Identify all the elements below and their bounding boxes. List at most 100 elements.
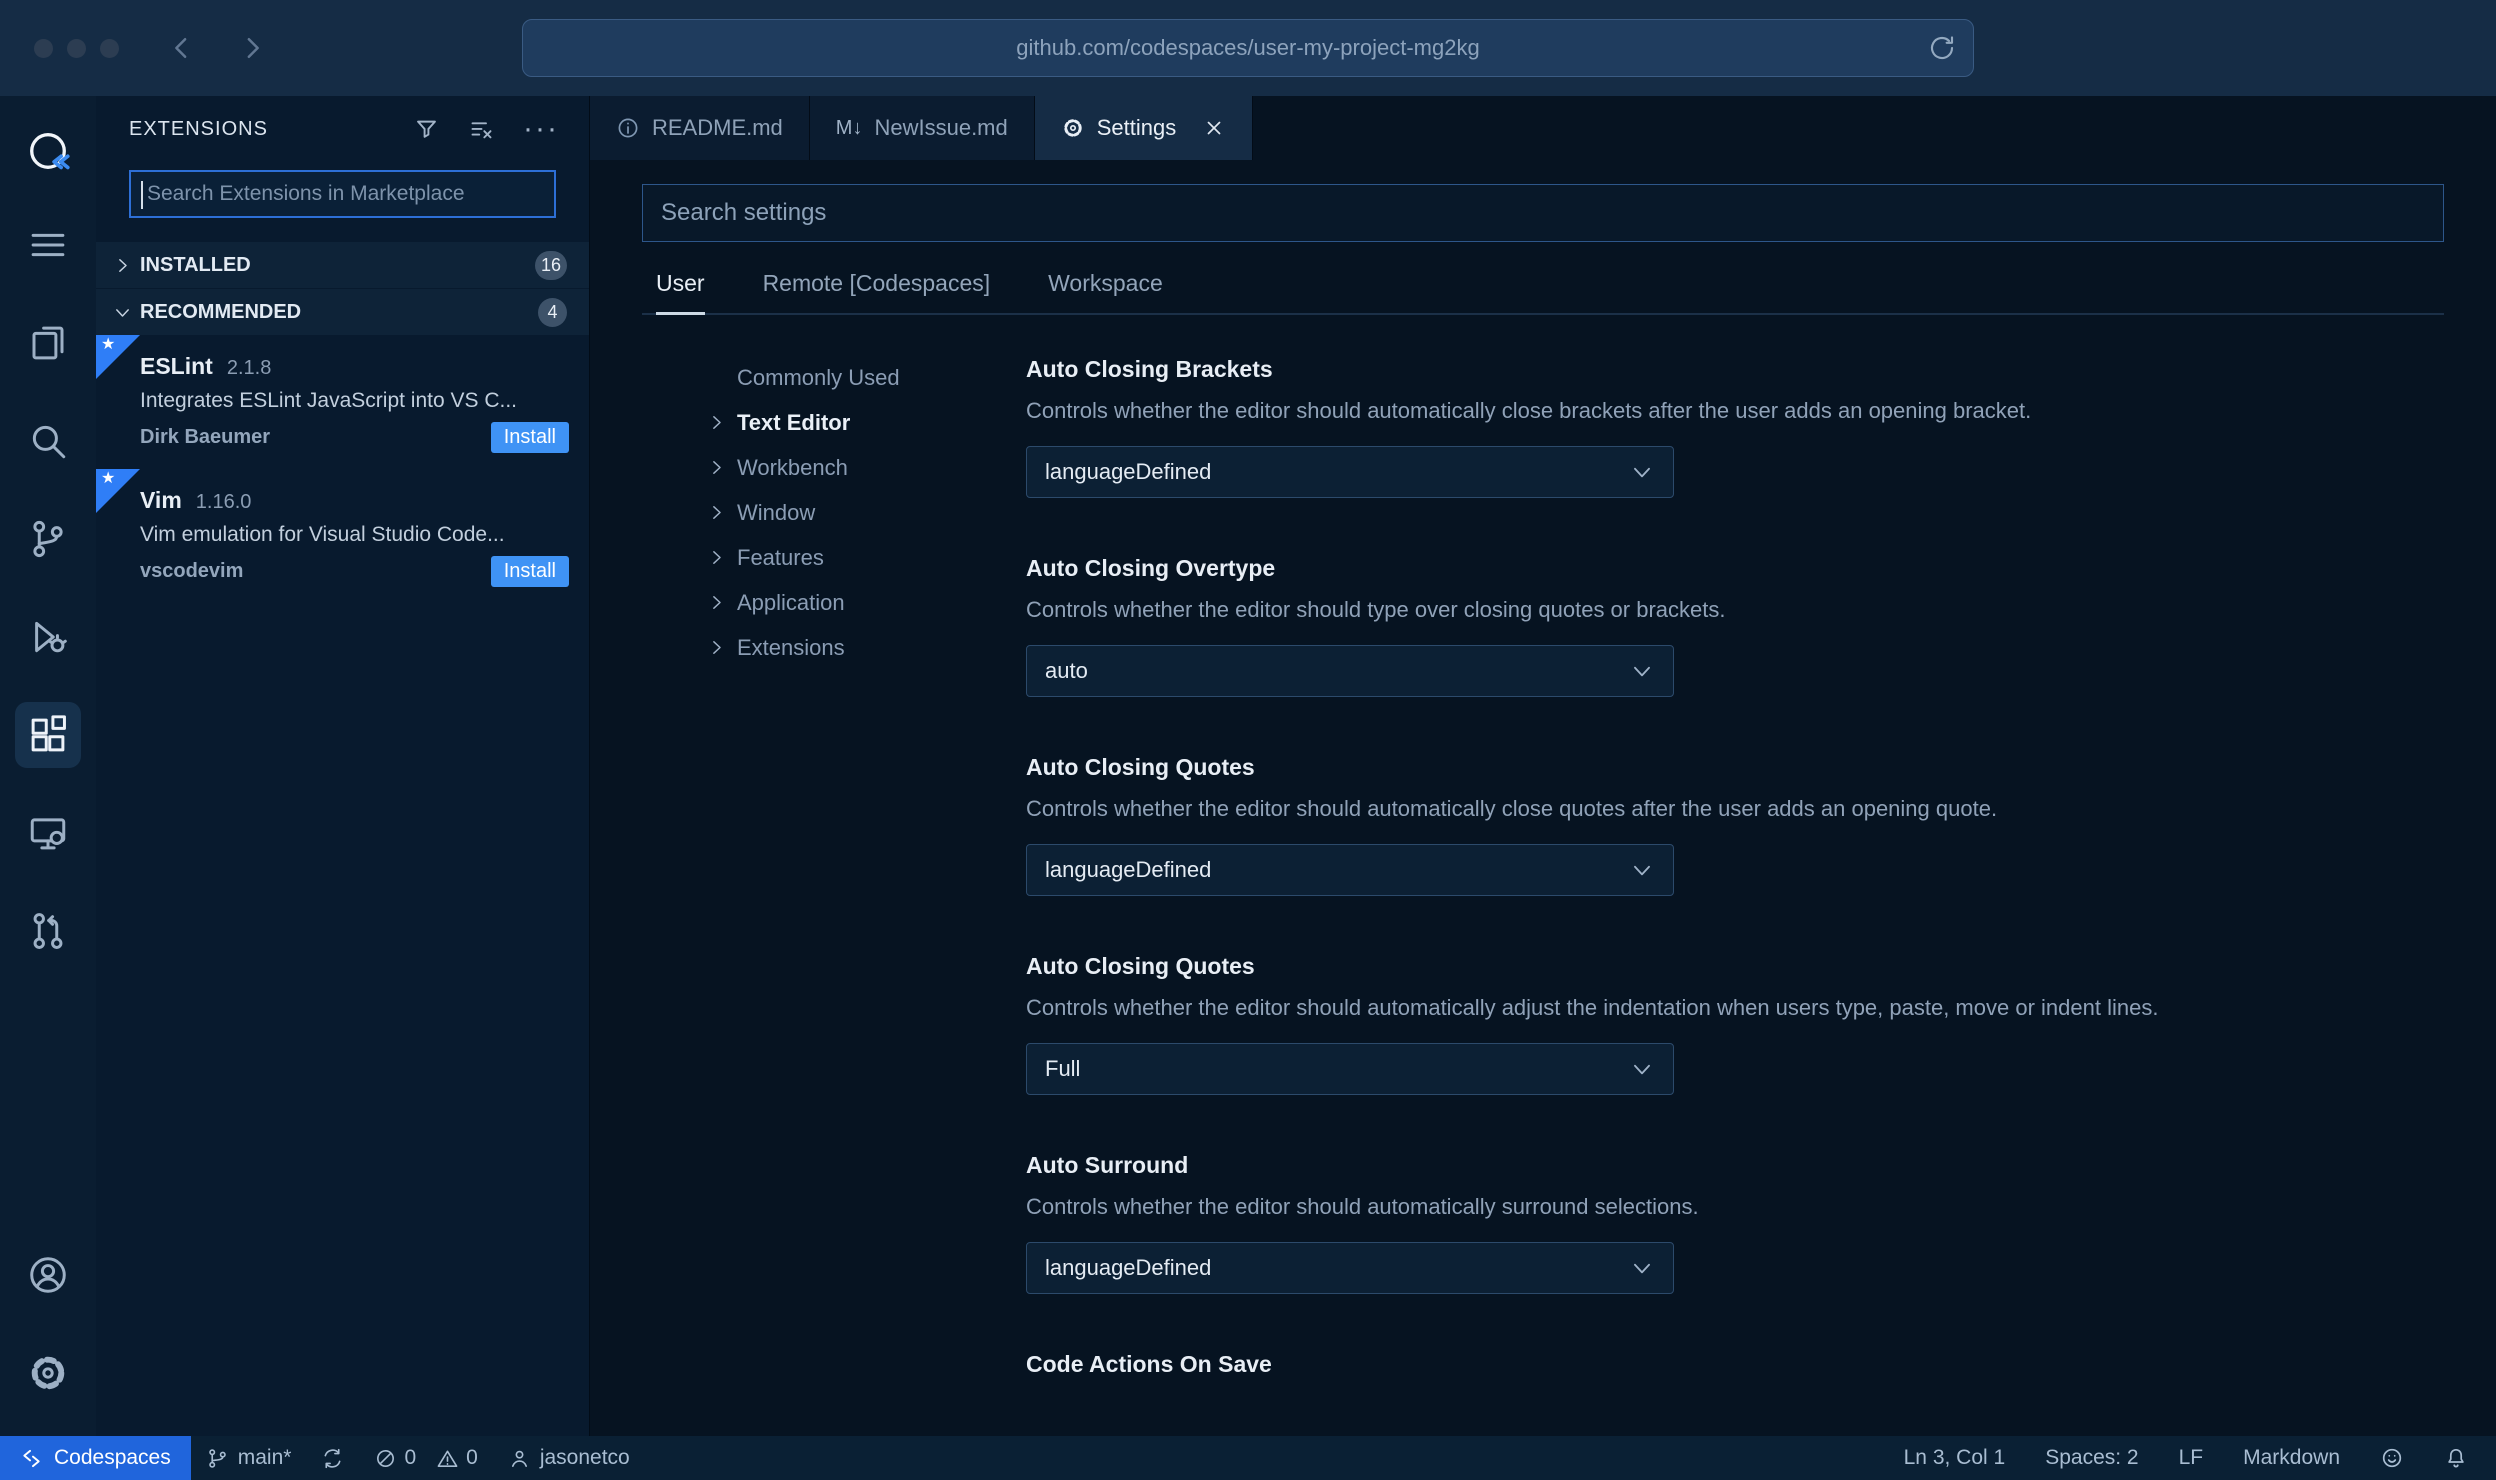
refresh-icon[interactable]: [1927, 33, 1957, 63]
settings-search-box: [642, 184, 2444, 242]
extensions-search-input[interactable]: [131, 172, 554, 216]
toc-item-application[interactable]: Application: [706, 580, 1026, 625]
chevron-right-icon: [713, 551, 721, 564]
settings-scope-tabs: User Remote [Codespaces] Workspace: [642, 242, 2444, 315]
extension-item-eslint[interactable]: ★ ESLint 2.1.8 Integrates ESLint JavaScr…: [96, 335, 589, 469]
setting-select[interactable]: languageDefined: [1026, 446, 1674, 498]
setting-select[interactable]: languageDefined: [1026, 1242, 1674, 1294]
setting-title: Auto Surround: [1026, 1152, 1189, 1178]
install-button[interactable]: Install: [490, 556, 569, 587]
chevron-down-icon: [1634, 1064, 1650, 1075]
tab-label: README.md: [652, 115, 783, 140]
remote-explorer-icon[interactable]: [0, 784, 96, 882]
recommended-count-badge: 4: [538, 297, 567, 327]
settings-icon: [1064, 119, 1082, 137]
scope-tab-remote[interactable]: Remote [Codespaces]: [763, 270, 991, 313]
filter-icon[interactable]: [413, 116, 440, 143]
setting-select[interactable]: auto: [1026, 645, 1674, 697]
section-recommended[interactable]: RECOMMENDED 4: [96, 289, 589, 335]
url-text: github.com/codespaces/user-my-project-mg…: [1016, 35, 1480, 60]
scope-tab-user[interactable]: User: [656, 270, 705, 315]
problems-button[interactable]: 0 0: [359, 1436, 492, 1480]
warnings-count: 0: [466, 1446, 478, 1469]
extension-item-vim[interactable]: ★ Vim 1.16.0 Vim emulation for Visual St…: [96, 469, 589, 603]
back-icon[interactable]: [167, 33, 197, 63]
status-bar: Codespaces main* 0 0 jasonetco Ln 3, Col: [0, 1436, 2496, 1480]
run-debug-icon[interactable]: [0, 588, 96, 686]
scope-tab-workspace[interactable]: Workspace: [1048, 270, 1163, 313]
explorer-icon[interactable]: [0, 294, 96, 392]
chevron-down-icon: [1634, 467, 1650, 478]
errors-icon: [377, 1449, 395, 1467]
tab-settings[interactable]: Settings: [1034, 96, 1254, 160]
traffic-lights[interactable]: [34, 38, 119, 58]
section-installed[interactable]: INSTALLED 16: [96, 242, 589, 288]
remote-icon: [23, 1449, 40, 1467]
window-minimize-button[interactable]: [67, 38, 86, 58]
star-icon: ★: [101, 470, 116, 487]
clear-list-icon[interactable]: [468, 116, 495, 143]
chevron-down-icon: [1634, 865, 1650, 876]
tab-readme[interactable]: README.md: [590, 96, 810, 160]
toc-item-features[interactable]: Features: [706, 535, 1026, 580]
toc-item-commonly-used[interactable]: Commonly Used: [706, 355, 1026, 400]
editor-area: README.md M↓ NewIssue.md Settings Search…: [590, 96, 2496, 1436]
chevron-right-icon: [713, 416, 721, 429]
indentation[interactable]: Spaces: 2: [2045, 1446, 2138, 1470]
setting-description: Controls whether the editor should autom…: [1026, 1194, 1699, 1219]
address-bar[interactable]: github.com/codespaces/user-my-project-mg…: [522, 19, 1974, 77]
account-icon[interactable]: [0, 1226, 96, 1324]
setting-select[interactable]: Full: [1026, 1043, 1674, 1095]
setting-item: Auto Closing Brackets Controls whether t…: [1026, 355, 2444, 498]
browser-window: github.com/codespaces/user-my-project-mg…: [0, 0, 2496, 1480]
toc-item-workbench[interactable]: Workbench: [706, 445, 1026, 490]
setting-select-value: auto: [1045, 658, 1088, 683]
toc-item-text-editor[interactable]: Text Editor: [706, 400, 1026, 445]
forward-icon[interactable]: [237, 33, 267, 63]
eol-sequence[interactable]: LF: [2179, 1446, 2204, 1470]
codespaces-logo[interactable]: [0, 106, 96, 196]
section-label: INSTALLED: [140, 253, 251, 276]
setting-item: Auto Closing Quotes Controls whether the…: [1026, 753, 2444, 896]
activity-bar: [0, 96, 96, 1436]
sidebar-title: EXTENSIONS: [129, 117, 268, 140]
toc-item-extensions[interactable]: Extensions: [706, 625, 1026, 670]
user-button[interactable]: jasonetco: [493, 1436, 645, 1480]
codespaces-remote-button[interactable]: Codespaces: [0, 1436, 191, 1480]
setting-select-value: Full: [1045, 1056, 1081, 1081]
chevron-right-icon: [713, 596, 721, 609]
setting-title: Code Actions On Save: [1026, 1351, 1272, 1377]
setting-item: Auto Closing Overtype Controls whether t…: [1026, 554, 2444, 697]
setting-select[interactable]: languageDefined: [1026, 844, 1674, 896]
branch-button[interactable]: main*: [191, 1436, 307, 1480]
notifications-bell-icon[interactable]: [2444, 1446, 2468, 1470]
toc-item-window[interactable]: Window: [706, 490, 1026, 535]
search-icon[interactable]: [0, 392, 96, 490]
pull-request-icon[interactable]: [0, 882, 96, 980]
sync-button[interactable]: [306, 1436, 359, 1480]
source-control-icon[interactable]: [0, 490, 96, 588]
person-icon: [511, 1450, 527, 1467]
chevron-right-icon: [713, 506, 721, 519]
text-caret: [141, 181, 143, 209]
install-button[interactable]: Install: [490, 422, 569, 453]
errors-count: 0: [404, 1446, 417, 1469]
language-mode[interactable]: Markdown: [2243, 1446, 2340, 1470]
tab-label: Settings: [1096, 115, 1177, 140]
extensions-search-box: [129, 170, 556, 218]
chevron-down-icon: [1634, 1263, 1650, 1274]
setting-item: Code Actions On Save: [1026, 1350, 2444, 1379]
more-actions-icon[interactable]: ···: [523, 114, 559, 144]
menu-icon[interactable]: [0, 196, 96, 294]
feedback-icon[interactable]: [2380, 1446, 2404, 1470]
window-maximize-button[interactable]: [100, 38, 119, 58]
window-close-button[interactable]: [34, 38, 53, 58]
extension-name: Vim: [140, 487, 182, 513]
extensions-icon[interactable]: [0, 686, 96, 784]
tab-newissue[interactable]: M↓ NewIssue.md: [809, 96, 1035, 160]
recommended-ribbon-icon: ★: [96, 469, 140, 513]
cursor-position[interactable]: Ln 3, Col 1: [1904, 1446, 2006, 1470]
close-icon[interactable]: [1202, 116, 1226, 140]
settings-gear-icon[interactable]: [0, 1324, 96, 1422]
settings-search-input[interactable]: [643, 185, 2443, 241]
